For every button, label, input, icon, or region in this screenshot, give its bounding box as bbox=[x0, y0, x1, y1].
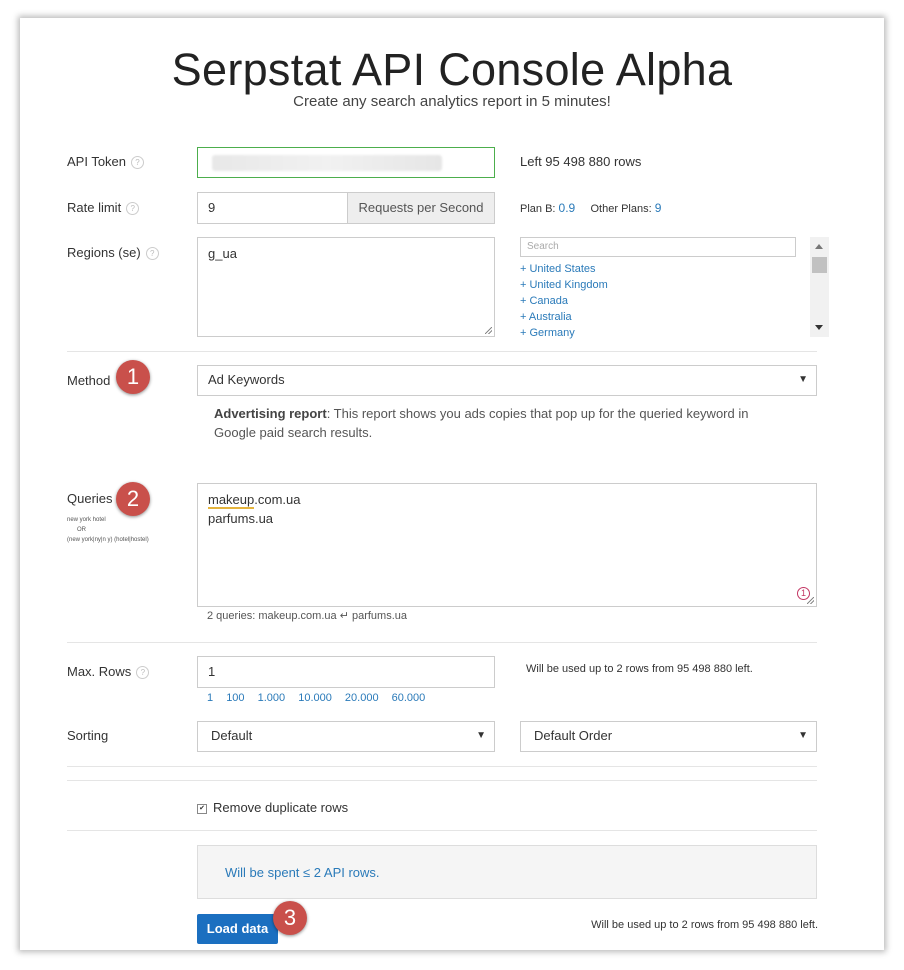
region-search-input[interactable]: Search bbox=[520, 237, 796, 257]
queries-textarea[interactable]: makeup.com.ua parfums.ua 1 bbox=[197, 483, 817, 607]
chevron-down-icon: ▼ bbox=[798, 730, 808, 741]
spellcheck-word: makeup bbox=[208, 492, 255, 509]
load-data-button[interactable]: Load data bbox=[197, 914, 278, 944]
console-card: Serpstat API Console Alpha Create any se… bbox=[20, 18, 884, 950]
step-badge-2: 2 bbox=[116, 482, 150, 516]
divider bbox=[67, 830, 817, 831]
api-rows-summary: Will be spent ≤ 2 API rows. bbox=[197, 845, 817, 899]
method-selected: Ad Keywords bbox=[208, 372, 285, 387]
plan-limits: Plan B: 0.9 Other Plans: 9 bbox=[520, 201, 661, 215]
regions-textarea[interactable]: g_ua bbox=[197, 237, 495, 337]
region-item[interactable]: + Germany bbox=[520, 325, 608, 341]
api-token-label: API Token? bbox=[67, 154, 145, 169]
api-token-input[interactable] bbox=[197, 147, 495, 178]
queries-hint: new york hotel OR (new york|ny|n y) (hot… bbox=[67, 515, 149, 545]
quick-value-link[interactable]: 1.000 bbox=[258, 692, 286, 704]
divider bbox=[67, 780, 817, 781]
plan-b-link[interactable]: 0.9 bbox=[559, 201, 576, 215]
hint-line: new york hotel bbox=[67, 517, 106, 523]
help-icon[interactable]: ? bbox=[136, 666, 150, 679]
quick-value-link[interactable]: 60.000 bbox=[392, 692, 426, 704]
scroll-thumb[interactable] bbox=[812, 257, 827, 273]
api-rows-spent-text: Will be spent ≤ 2 API rows. bbox=[225, 865, 380, 880]
region-scrollbar[interactable] bbox=[810, 237, 829, 337]
method-description-title: Advertising report bbox=[214, 406, 327, 421]
quick-value-link[interactable]: 10.000 bbox=[298, 692, 332, 704]
region-item[interactable]: + Australia bbox=[520, 309, 608, 325]
page-title: Serpstat API Console Alpha bbox=[171, 44, 733, 95]
query-line: parfums.ua bbox=[208, 511, 274, 526]
sorting-field-value: Default bbox=[211, 728, 253, 743]
api-token-label-text: API Token bbox=[67, 154, 127, 169]
max-rows-note: Will be used up to 2 rows from 95 498 88… bbox=[526, 663, 753, 675]
divider bbox=[67, 642, 817, 643]
step-badge-1: 1 bbox=[116, 360, 150, 394]
masked-token bbox=[212, 155, 442, 171]
divider bbox=[67, 766, 817, 767]
quick-value-link[interactable]: 20.000 bbox=[345, 692, 379, 704]
scroll-down-arrow-icon[interactable] bbox=[815, 325, 823, 330]
help-icon[interactable]: ? bbox=[126, 202, 140, 215]
resize-handle-icon[interactable] bbox=[807, 597, 814, 604]
chevron-down-icon: ▼ bbox=[798, 374, 808, 385]
help-icon[interactable]: ? bbox=[131, 156, 145, 169]
divider bbox=[67, 351, 817, 352]
hint-line: OR bbox=[77, 527, 86, 533]
sorting-order-select[interactable]: Default Order ▼ bbox=[520, 721, 817, 752]
rate-limit-label-text: Rate limit bbox=[67, 200, 122, 215]
rate-limit-unit: Requests per Second bbox=[347, 192, 495, 224]
queries-label: Queries bbox=[67, 491, 113, 506]
scroll-up-arrow-icon[interactable] bbox=[815, 244, 823, 249]
max-rows-label: Max. Rows? bbox=[67, 664, 150, 679]
sorting-field-select[interactable]: Default ▼ bbox=[197, 721, 495, 752]
queries-summary-text: queries: makeup.com.ua ↵ parfums.ua bbox=[213, 610, 407, 622]
query-line: makeup.com.ua bbox=[208, 490, 806, 509]
method-select[interactable]: Ad Keywords ▼ bbox=[197, 365, 817, 396]
region-list: + United States + United Kingdom + Canad… bbox=[520, 261, 608, 341]
query-line-rest: .com.ua bbox=[254, 492, 301, 507]
remove-duplicates-label[interactable]: Remove duplicate rows bbox=[213, 800, 348, 815]
regions-value: g_ua bbox=[208, 246, 237, 261]
regions-label: Regions (se)? bbox=[67, 245, 159, 260]
other-plans-link[interactable]: 9 bbox=[655, 201, 662, 215]
step-badge-3: 3 bbox=[273, 901, 307, 935]
region-item[interactable]: + Canada bbox=[520, 293, 608, 309]
max-rows-input[interactable]: 1 bbox=[197, 656, 495, 688]
remove-duplicates-checkbox[interactable]: ✔ bbox=[197, 804, 207, 814]
regions-label-text: Regions (se) bbox=[67, 245, 141, 260]
rate-limit-input[interactable]: 9 bbox=[197, 192, 348, 224]
chevron-down-icon: ▼ bbox=[476, 730, 486, 741]
quick-value-link[interactable]: 1 bbox=[207, 692, 213, 704]
footer-rows-note: Will be used up to 2 rows from 95 498 88… bbox=[591, 919, 818, 931]
resize-handle-icon[interactable] bbox=[485, 327, 492, 334]
region-item[interactable]: + United States bbox=[520, 261, 608, 277]
max-rows-quick-links: 1 100 1.000 10.000 20.000 60.000 bbox=[207, 692, 433, 704]
plan-b-label: Plan B: bbox=[520, 203, 556, 215]
rate-limit-label: Rate limit? bbox=[67, 200, 140, 215]
sorting-order-value: Default Order bbox=[534, 728, 613, 743]
max-rows-label-text: Max. Rows bbox=[67, 664, 132, 679]
quick-value-link[interactable]: 100 bbox=[226, 692, 244, 704]
method-description: Advertising report: This report shows yo… bbox=[214, 404, 784, 442]
sorting-label: Sorting bbox=[67, 728, 109, 743]
method-label: Method bbox=[67, 373, 111, 388]
help-icon[interactable]: ? bbox=[145, 247, 159, 260]
other-plans-label: Other Plans: bbox=[590, 203, 652, 215]
region-item[interactable]: + United Kingdom bbox=[520, 277, 608, 293]
queries-summary: 2 queries: makeup.com.ua ↵ parfums.ua bbox=[207, 609, 407, 622]
page-subtitle: Create any search analytics report in 5 … bbox=[293, 93, 611, 110]
rows-left-text: Left 95 498 880 rows bbox=[520, 154, 642, 169]
hint-line: (new york|ny|n y) (hotel|hostel) bbox=[67, 537, 149, 543]
